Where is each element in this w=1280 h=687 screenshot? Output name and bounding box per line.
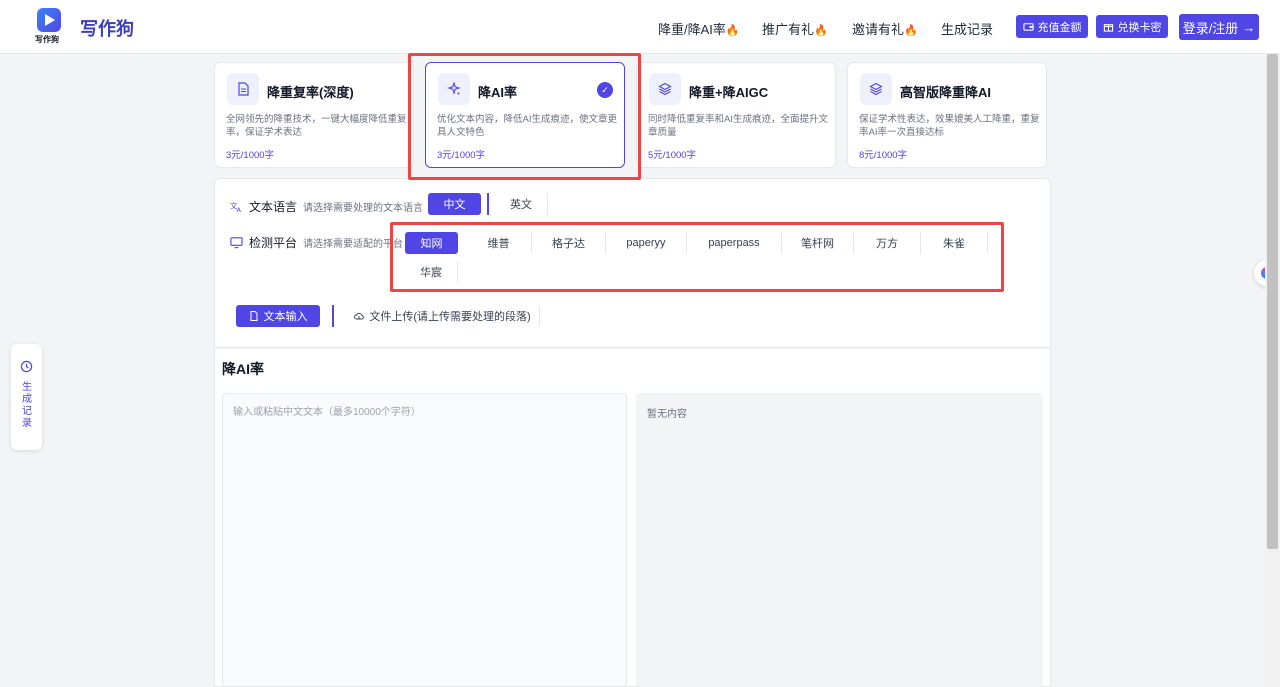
divider [332,305,334,327]
platform-hint: 请选择需要适配的平台 [303,239,404,250]
document-icon [227,73,259,105]
text-input-area[interactable] [222,393,627,687]
card-reduce-both[interactable]: 降重+降AIGC 同时降低重复率和AI生成痕迹，全面提升文章质量 5元/1000… [636,62,836,168]
divider [487,193,489,215]
layers-icon [860,73,892,105]
card-title: 降重复率(深度) [267,85,354,100]
file-upload-button[interactable]: 文件上传(请上传需要处理的段落) [346,305,540,327]
logo-icon [37,8,61,32]
card-price: 5元/1000字 [648,150,697,161]
language-label: 文本语言 [249,200,298,214]
fire-icon: 🔥 [814,25,828,37]
platform-label: 检测平台 [249,236,298,250]
card-desc: 同时降低重复率和AI生成痕迹，全面提升文章质量 [648,114,828,138]
nav-label: 降重/降AI率 [658,22,726,37]
card-price: 8元/1000字 [859,150,908,161]
nav-label: 推广有礼 [762,22,815,37]
layers-icon [649,73,681,105]
card-desc: 保证学术性表达，效果媲美人工降重，重复率AI率一次直接达标 [859,114,1040,138]
editor-title: 降AI率 [222,361,264,377]
language-row-label: 文A 文本语言 请选择需要处理的文本语言 [230,198,423,215]
platform-row-label: 检测平台 请选择需要适配的平台 [230,234,403,251]
login-label: 登录/注册 [1182,20,1239,36]
logo[interactable]: 写作狗 [35,8,63,44]
nav-item-promote[interactable]: 推广有礼🔥 [762,19,828,38]
document-icon [250,311,257,321]
scrollbar[interactable] [1265,54,1280,687]
redeem-button[interactable]: 兑换卡密 [1096,15,1168,38]
history-side-label: 生成记录 [22,382,32,429]
top-header: 写作狗 写作狗 降重/降AI率🔥 推广有礼🔥 邀请有礼🔥 生成记录 充值金额 兑… [0,0,1280,54]
redeem-label: 兑换卡密 [1117,21,1162,34]
highlight-box-card [408,53,641,180]
text-input-button[interactable]: 文本输入 [236,305,320,327]
history-side-tab[interactable]: 生成记录 [11,344,42,450]
arrow-right-icon: → [1242,19,1256,35]
card-premium[interactable]: 高智版降重降AI 保证学术性表达，效果媲美人工降重，重复率AI率一次直接达标 8… [847,62,1047,168]
lang-option-en[interactable]: 英文 [495,193,548,215]
gift-icon [1103,24,1113,32]
logo-text: 写作狗 [35,35,59,44]
highlight-box-platform [390,222,1004,292]
recharge-button[interactable]: 充值金额 [1016,15,1088,38]
login-button[interactable]: 登录/注册 → [1179,14,1259,40]
clock-icon [20,360,33,373]
nav-item-history[interactable]: 生成记录 [941,19,993,38]
card-title: 高智版降重降AI [900,85,992,100]
recharge-label: 充值金额 [1037,21,1082,34]
nav-label: 生成记录 [941,22,994,37]
translate-icon: 文A [230,200,242,213]
card-title: 降重+降AIGC [689,85,769,100]
cloud-upload-icon [354,313,365,320]
output-empty-text: 暂无内容 [647,409,687,420]
nav-item-invite[interactable]: 邀请有礼🔥 [852,19,918,38]
nav-label: 邀请有礼 [852,22,905,37]
input-placeholder: 输入或粘贴中文文本（最多10000个字符） [233,407,421,418]
fire-icon: 🔥 [725,25,740,37]
card-desc: 全网领先的降重技术，一键大幅度降低重复率，保证学术表达 [226,114,407,138]
language-hint: 请选择需要处理的文本语言 [303,203,424,214]
brand-name[interactable]: 写作狗 [80,15,134,41]
nav-item-reduce[interactable]: 降重/降AI率🔥 [658,19,740,38]
wallet-icon [1022,23,1034,31]
card-deep-rewrite[interactable]: 降重复率(深度) 全网领先的降重技术，一键大幅度降低重复率，保证学术表达 3元/… [214,62,414,168]
card-price: 3元/1000字 [226,150,275,161]
file-upload-label: 文件上传(请上传需要处理的段落) [369,311,531,323]
svg-text:A: A [237,206,242,213]
scrollbar-thumb[interactable] [1267,54,1278,549]
fire-icon: 🔥 [904,25,918,37]
monitor-icon [230,237,243,249]
text-input-label: 文本输入 [263,311,308,323]
output-area [636,393,1043,687]
lang-option-zh[interactable]: 中文 [428,193,481,215]
